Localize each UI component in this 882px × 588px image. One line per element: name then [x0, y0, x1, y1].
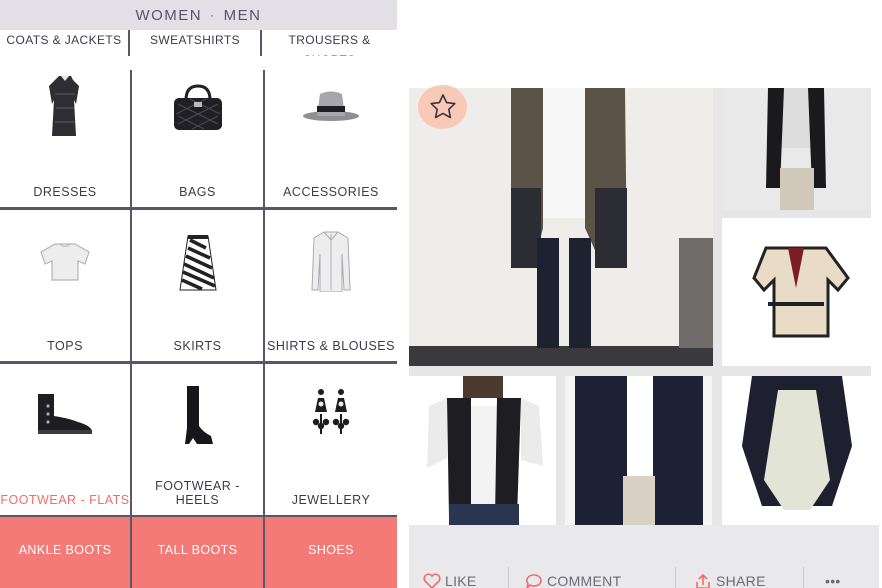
category-panel: WOMEN · MEN COATS & JACKETS SWEATSHIRTS …: [0, 0, 397, 588]
share-button[interactable]: SHARE: [694, 573, 766, 588]
category-footwear-flats[interactable]: FOOTWEAR - FLATS: [0, 364, 130, 515]
category-label: FOOTWEAR - FLATS: [0, 493, 130, 507]
earrings-icon: [312, 389, 350, 434]
star-icon: [429, 94, 456, 119]
divider: [675, 567, 676, 588]
hat-icon: [303, 91, 359, 121]
category-label: JEWELLERY: [291, 493, 371, 507]
category-skirts[interactable]: SKIRTS: [132, 210, 263, 361]
share-icon: [696, 573, 710, 588]
divider: [803, 567, 804, 588]
category-label: TOPS: [47, 339, 83, 353]
outfit-mosaic: [409, 88, 871, 525]
outfit-item-coat-photo[interactable]: [565, 376, 712, 525]
category-accessories[interactable]: ACCESSORIES: [265, 56, 397, 207]
more-icon: •••: [825, 573, 841, 588]
outfit-post: LIKE COMMENT SHARE •••: [397, 0, 882, 588]
category-jewellery[interactable]: JEWELLERY: [265, 364, 397, 515]
subfilter-ankle-boots[interactable]: ANKLE BOOTS: [0, 517, 130, 588]
comment-button[interactable]: COMMENT: [525, 573, 621, 588]
outfit-item-cape-photo[interactable]: [722, 376, 871, 525]
divider: [508, 567, 509, 588]
outfit-item-waistcoat-photo[interactable]: [409, 376, 556, 525]
category-tops[interactable]: TOPS: [0, 210, 130, 361]
like-label: LIKE: [445, 573, 477, 588]
bag-icon: [173, 84, 222, 130]
dress-icon: [49, 76, 79, 136]
category-footwear-heels[interactable]: FOOTWEAR - HEELS: [132, 364, 263, 515]
heart-icon: [423, 573, 441, 588]
outfit-item-vest-photo[interactable]: [722, 88, 871, 210]
category-label: ACCESSORIES: [283, 185, 379, 199]
gender-switch: WOMEN · MEN: [0, 0, 397, 30]
main-outfit-photo[interactable]: [409, 88, 713, 366]
subfilter-row: ANKLE BOOTS TALL BOOTS SHOES: [0, 517, 397, 588]
category-label: SKIRTS: [173, 339, 222, 353]
category-bags[interactable]: BAGS: [132, 56, 263, 207]
shirt-icon: [311, 231, 351, 292]
subfilter-shoes[interactable]: SHOES: [265, 517, 397, 588]
ankle-boot-icon: [38, 394, 92, 434]
tab-men[interactable]: MEN: [224, 7, 262, 24]
share-label: SHARE: [716, 573, 766, 588]
comment-label: COMMENT: [547, 573, 622, 588]
tab-women[interactable]: WOMEN: [135, 7, 202, 24]
category-label: DRESSES: [33, 185, 97, 199]
category-grid: DRESSES BAGS ACCESSORIES TOPS SKIRTS SHI…: [0, 56, 397, 515]
post-action-bar: LIKE COMMENT SHARE •••: [409, 525, 879, 588]
category-shirts-blouses[interactable]: SHIRTS & BLOUSES: [265, 210, 397, 361]
gender-separator: ·: [210, 8, 216, 22]
tall-boot-icon: [184, 386, 213, 444]
skirt-icon: [178, 235, 217, 291]
category-label: BAGS: [179, 185, 216, 199]
outfit-item-jacket-photo[interactable]: [722, 218, 871, 366]
like-button[interactable]: LIKE: [423, 573, 477, 588]
category-dresses[interactable]: DRESSES: [0, 56, 130, 207]
comment-icon: [526, 574, 542, 588]
category-label: SHIRTS & BLOUSES: [267, 339, 395, 353]
category-label: FOOTWEAR - HEELS: [155, 479, 240, 507]
favorite-button[interactable]: [418, 85, 467, 129]
subfilter-tall-boots[interactable]: TALL BOOTS: [132, 517, 263, 588]
subcategory-row: COATS & JACKETS SWEATSHIRTS TROUSERS & S…: [0, 30, 397, 70]
more-button[interactable]: •••: [825, 573, 841, 588]
top-icon: [40, 243, 90, 281]
